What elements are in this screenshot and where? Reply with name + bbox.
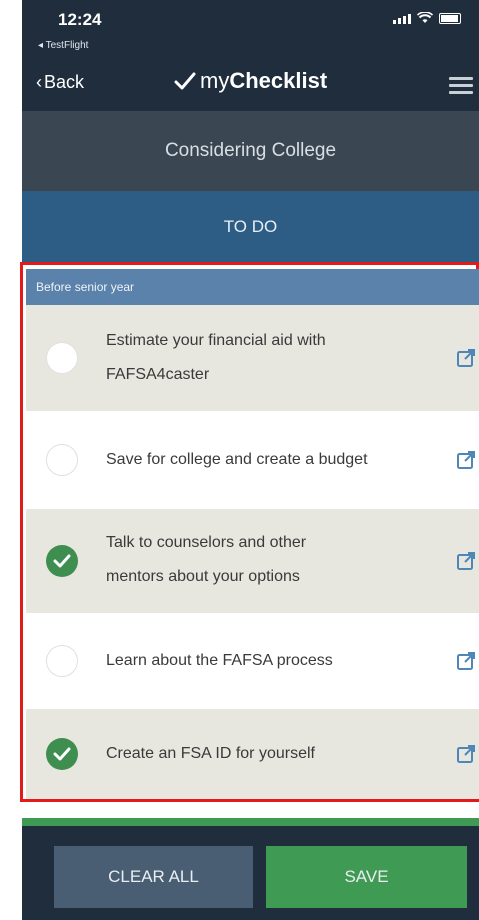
- clear-all-button[interactable]: CLEAR ALL: [54, 846, 253, 908]
- phone-screen: 12:24 ◂ TestFlight ‹ Back my Checklist C…: [0, 0, 479, 920]
- progress-divider: [22, 818, 479, 826]
- external-link-icon[interactable]: [456, 744, 476, 764]
- title-regular: my: [200, 68, 230, 93]
- back-to-app-link[interactable]: ◂ TestFlight: [38, 40, 88, 51]
- back-button[interactable]: ‹ Back: [36, 72, 84, 93]
- signal-icon: [393, 14, 411, 24]
- unchecked-circle-icon[interactable]: [46, 645, 78, 677]
- save-button[interactable]: SAVE: [266, 846, 467, 908]
- top-app-bar: 12:24 ◂ TestFlight ‹ Back my Checklist: [22, 0, 479, 111]
- battery-icon: [439, 13, 461, 24]
- back-label: Back: [44, 72, 85, 92]
- checked-circle-icon[interactable]: [46, 545, 78, 577]
- chevron-left-icon: ‹: [36, 72, 42, 92]
- unchecked-circle-icon[interactable]: [46, 342, 78, 374]
- bottom-action-bar: CLEAR ALL SAVE: [22, 826, 479, 920]
- section-title: Considering College: [22, 111, 479, 191]
- external-link-icon[interactable]: [456, 651, 476, 671]
- hamburger-menu-icon[interactable]: [449, 77, 473, 95]
- title-bold: Checklist: [229, 68, 328, 93]
- checked-circle-icon[interactable]: [46, 738, 78, 770]
- wifi-icon: [417, 12, 433, 23]
- item-text: Create an FSA ID for yourself: [106, 745, 315, 762]
- external-link-icon[interactable]: [456, 348, 476, 368]
- checklist-item[interactable]: Save for college and create a budget: [26, 411, 479, 509]
- unchecked-circle-icon[interactable]: [46, 444, 78, 476]
- status-time: 12:24: [58, 10, 102, 29]
- tab-todo[interactable]: TO DO: [22, 191, 479, 263]
- app-title: my Checklist: [174, 68, 327, 94]
- checklist-item[interactable]: Learn about the FAFSA process: [26, 613, 479, 709]
- status-icons: [393, 12, 461, 24]
- highlighted-checklist: Before senior year Estimate your financi…: [20, 262, 479, 802]
- checklist-item[interactable]: Create an FSA ID for yourself: [26, 709, 479, 799]
- external-link-icon[interactable]: [456, 551, 476, 571]
- item-text: Talk to counselors and other mentors abo…: [106, 534, 307, 585]
- item-text: Save for college and create a budget: [106, 451, 368, 468]
- group-header: Before senior year: [26, 269, 479, 305]
- external-link-icon[interactable]: [456, 450, 476, 470]
- checklist-item[interactable]: Estimate your financial aid with FAFSA4c…: [26, 305, 479, 411]
- checkmark-logo-icon: [174, 72, 196, 90]
- checklist-item[interactable]: Talk to counselors and other mentors abo…: [26, 509, 479, 613]
- item-text: Estimate your financial aid with FAFSA4c…: [106, 332, 326, 383]
- item-text: Learn about the FAFSA process: [106, 652, 333, 669]
